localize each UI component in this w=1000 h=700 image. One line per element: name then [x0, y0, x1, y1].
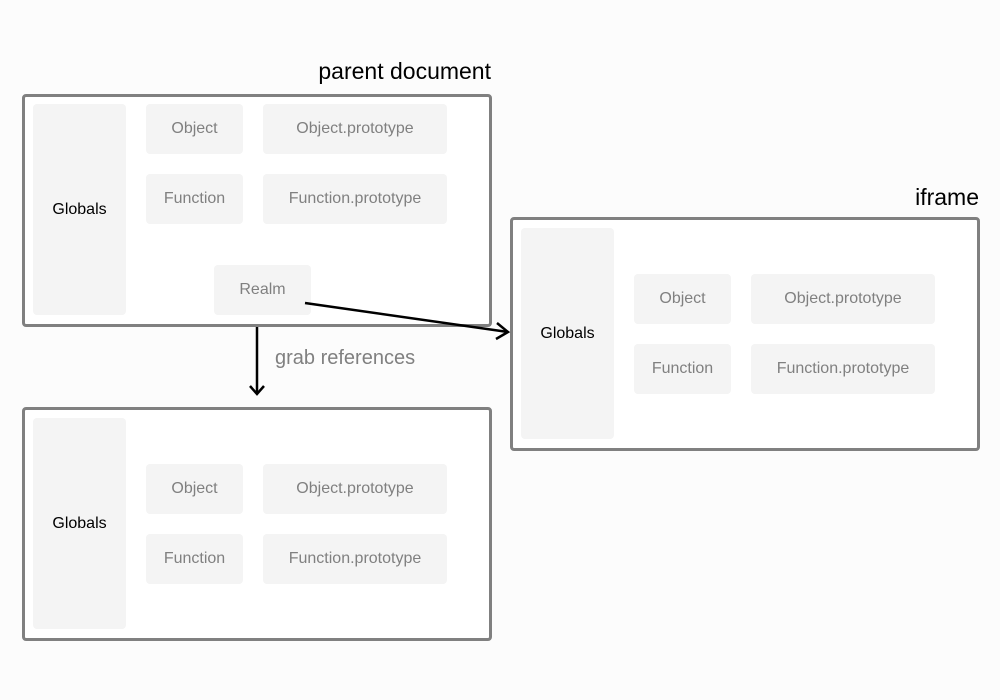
- realm-to-iframe-arrow: [304, 301, 511, 341]
- arrows-layer: [249, 301, 511, 396]
- grab-references-arrow: [249, 327, 265, 396]
